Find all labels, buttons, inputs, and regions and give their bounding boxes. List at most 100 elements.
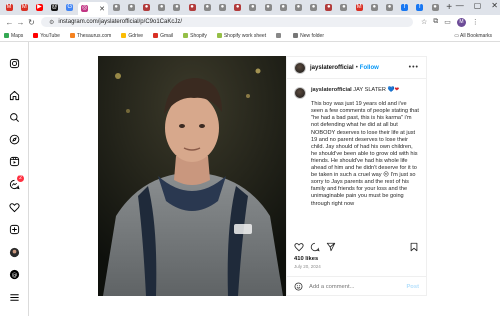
- comment-icon[interactable]: [310, 239, 320, 257]
- browser-tab[interactable]: ●: [276, 2, 290, 14]
- instagram-icon: ◎: [80, 5, 88, 12]
- browser-tab[interactable]: f: [413, 2, 427, 14]
- maximize-icon[interactable]: ▢: [474, 1, 482, 10]
- browser-tab[interactable]: M: [352, 2, 366, 14]
- extensions-icon[interactable]: ⧉: [433, 18, 438, 26]
- bookmark-item[interactable]: Shopify: [183, 33, 207, 39]
- reels-icon[interactable]: [8, 155, 21, 168]
- author-username[interactable]: jayslaterofficial: [310, 65, 354, 71]
- bookmark-favicon-icon: [293, 33, 299, 38]
- reload-icon[interactable]: ↻: [26, 18, 37, 27]
- sidepanel-icon[interactable]: ▭: [444, 18, 451, 26]
- bookmark-item[interactable]: New folder: [293, 33, 324, 39]
- emoji-icon[interactable]: [294, 278, 303, 296]
- post-header: jayslaterofficial • Follow •••: [287, 57, 426, 79]
- browser-tab[interactable]: ●: [185, 2, 199, 14]
- svg-text:@: @: [12, 272, 18, 278]
- browser-tab[interactable]: f: [398, 2, 412, 14]
- close-window-icon[interactable]: ✕: [491, 1, 498, 10]
- explore-icon[interactable]: [8, 133, 21, 146]
- bookmark-item[interactable]: Gmail: [153, 33, 173, 39]
- save-icon[interactable]: [409, 239, 419, 257]
- threads-icon[interactable]: @: [8, 268, 21, 281]
- bookmark-item[interactable]: [276, 33, 283, 38]
- forward-icon[interactable]: →: [15, 18, 26, 27]
- post-actions: [294, 239, 336, 257]
- browser-tab[interactable]: ●: [155, 2, 169, 14]
- browser-tab[interactable]: ●: [428, 2, 442, 14]
- web-icon: ●: [340, 4, 348, 11]
- messages-icon[interactable]: 2: [8, 175, 24, 191]
- url-bar[interactable]: ⚙ instagram.com/jayslaterofficial/p/C9o1…: [41, 17, 413, 27]
- search-icon[interactable]: [8, 111, 21, 124]
- like-icon[interactable]: [294, 239, 304, 257]
- browser-tab[interactable]: M: [2, 2, 16, 14]
- bookmark-favicon-icon: [121, 33, 127, 38]
- more-options-icon[interactable]: •••: [409, 64, 419, 71]
- caption-body: This boy was just 19 years old and i've …: [311, 101, 419, 207]
- browser-tab[interactable]: ▶: [32, 2, 46, 14]
- web-icon: ●: [279, 4, 287, 11]
- bookmark-star-icon[interactable]: ☆: [421, 18, 427, 26]
- browser-tab[interactable]: G: [63, 2, 77, 14]
- browser-tab[interactable]: ●: [200, 2, 214, 14]
- url-text: instagram.com/jayslaterofficial/p/C9o1Ca…: [58, 19, 182, 25]
- browser-tab[interactable]: ●: [170, 2, 184, 14]
- browser-tab[interactable]: ●: [307, 2, 321, 14]
- profile-avatar[interactable]: M: [456, 17, 466, 27]
- browser-tab-strip: M M ▶ @ G ◎ ✕ ● ● ● ● ● ● ● ● ● ● ● ● ● ● ● ● M ● ● f f ● +: [0, 0, 500, 15]
- back-icon[interactable]: ←: [4, 18, 15, 27]
- site-info-icon[interactable]: ⚙: [49, 19, 54, 26]
- browser-tab[interactable]: ●: [383, 2, 397, 14]
- follow-button[interactable]: Follow: [360, 65, 379, 71]
- comment-input[interactable]: [309, 283, 399, 290]
- post-photo[interactable]: [98, 56, 286, 296]
- browser-tab[interactable]: ●: [322, 2, 336, 14]
- chrome-menu-icon[interactable]: ⋮: [472, 18, 479, 26]
- all-bookmarks-button[interactable]: ▭ All Bookmarks: [454, 33, 492, 39]
- browser-tab[interactable]: ●: [261, 2, 275, 14]
- browser-tab[interactable]: ●: [337, 2, 351, 14]
- browser-tab[interactable]: ◎ ✕: [77, 2, 108, 15]
- notifications-icon[interactable]: [8, 201, 21, 214]
- browser-tab[interactable]: ●: [215, 2, 229, 14]
- author-avatar[interactable]: [294, 61, 306, 74]
- web-icon: ●: [112, 4, 120, 11]
- bookmark-label: Gdrive: [128, 32, 144, 39]
- browser-tab[interactable]: ●: [367, 2, 381, 14]
- home-icon[interactable]: [8, 89, 21, 102]
- web-icon: ●: [386, 4, 393, 11]
- profile-icon[interactable]: [8, 246, 21, 259]
- menu-icon[interactable]: [8, 291, 21, 304]
- browser-tab[interactable]: ●: [109, 2, 123, 14]
- likes-count[interactable]: 410 likes: [294, 256, 318, 262]
- browser-tab[interactable]: @: [48, 2, 62, 14]
- post-panel: jayslaterofficial • Follow ••• jayslater…: [286, 56, 427, 296]
- photo-image: [98, 56, 286, 296]
- browser-tab[interactable]: ●: [124, 2, 138, 14]
- bookmark-favicon-icon: [153, 33, 159, 38]
- browser-tab[interactable]: ●: [231, 2, 245, 14]
- create-icon[interactable]: [8, 223, 21, 236]
- browser-tab[interactable]: ●: [291, 2, 305, 14]
- bookmark-item[interactable]: Shopify work sheet: [216, 33, 266, 39]
- share-icon[interactable]: [326, 239, 336, 257]
- bookmark-item[interactable]: Gdrive: [121, 33, 143, 39]
- bookmark-item[interactable]: Maps: [4, 33, 23, 39]
- browser-tab[interactable]: ●: [140, 2, 154, 14]
- browser-tab[interactable]: M: [17, 2, 31, 14]
- bookmark-item[interactable]: Thesaurus.com: [69, 33, 111, 39]
- facebook-icon: f: [401, 4, 409, 11]
- minimize-icon[interactable]: —: [456, 1, 464, 10]
- browser-tab[interactable]: ●: [246, 2, 260, 14]
- caption-username[interactable]: jayslaterofficial: [311, 87, 352, 93]
- mail-icon: M: [355, 4, 363, 11]
- close-tab-icon[interactable]: ✕: [99, 5, 105, 13]
- caption-avatar[interactable]: [294, 87, 306, 99]
- instagram-logo-icon[interactable]: [8, 57, 21, 70]
- bookmark-item[interactable]: YouTube: [33, 33, 60, 39]
- web-icon: ●: [294, 4, 302, 11]
- post-comment-button[interactable]: Post: [406, 284, 419, 290]
- all-bookmarks-label: All Bookmarks: [460, 33, 492, 39]
- new-tab-icon[interactable]: +: [446, 2, 452, 13]
